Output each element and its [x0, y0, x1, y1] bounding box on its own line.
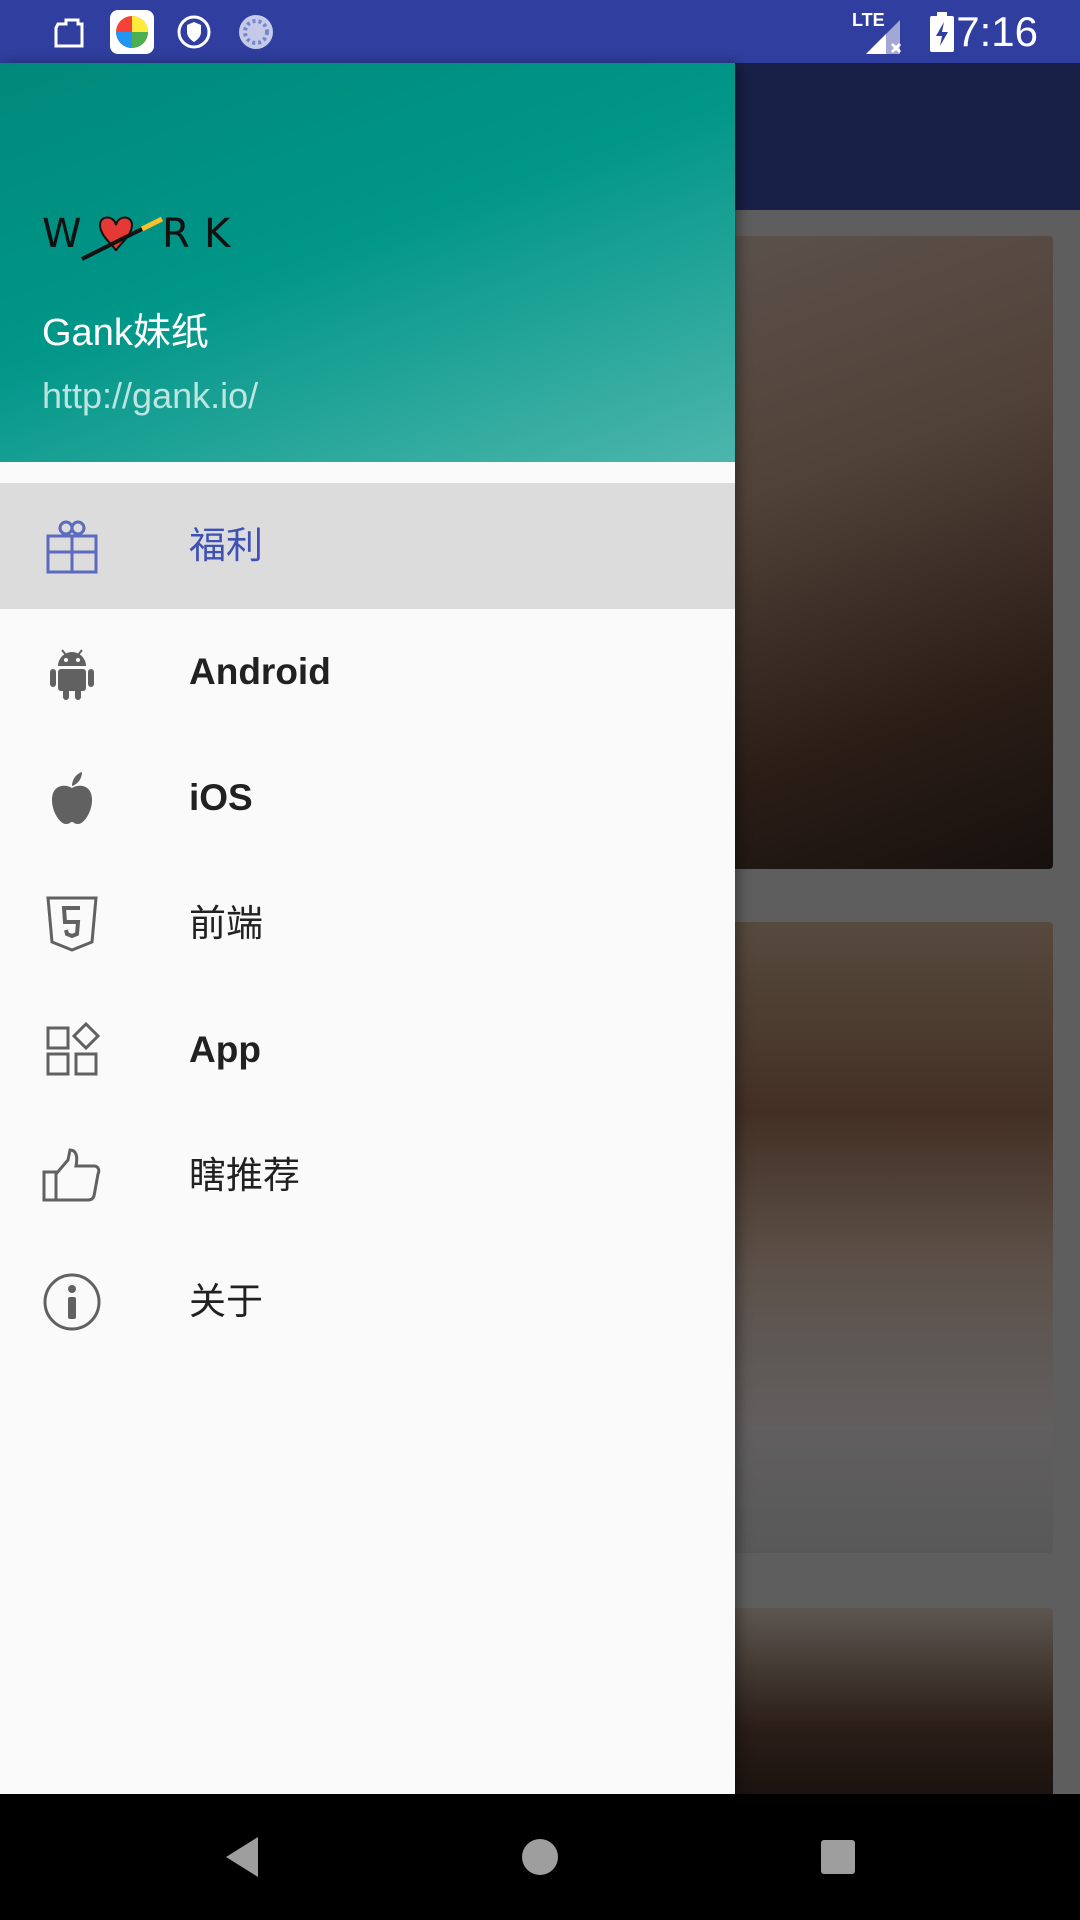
apps-grid-icon	[46, 1021, 101, 1076]
status-bar: LTE 7:16	[0, 0, 1080, 63]
html5-icon	[46, 896, 98, 952]
clipboard-icon	[54, 18, 84, 48]
navigation-drawer: W R K Gank妹纸 http://gank.io/ 福利 Android …	[0, 63, 735, 1794]
navigation-bar	[0, 1794, 1080, 1920]
thumbs-up-icon	[42, 1148, 101, 1202]
work-logo-icon: W R K	[42, 211, 232, 261]
loading-icon	[239, 15, 273, 49]
menu-label: App	[189, 1029, 261, 1070]
android-icon	[50, 649, 94, 700]
lte-signal-icon	[866, 20, 902, 54]
menu-label: iOS	[189, 777, 253, 818]
menu-label: Android	[189, 651, 331, 692]
info-icon	[43, 1273, 101, 1331]
menu-label: 福利	[189, 525, 263, 566]
apple-icon	[52, 772, 92, 824]
menu-label: 关于	[189, 1281, 263, 1322]
drawer-menu: 福利 Android iOS 前端 App 瞎推荐 关于	[0, 483, 735, 1365]
menu-item-welfare[interactable]: 福利	[0, 483, 735, 609]
menu-item-android[interactable]: Android	[0, 609, 735, 735]
menu-label: 瞎推荐	[189, 1155, 300, 1196]
menu-item-frontend[interactable]: 前端	[0, 861, 735, 987]
drawer-title: Gank妹纸	[42, 312, 209, 354]
menu-item-app[interactable]: App	[0, 987, 735, 1113]
colorful-app-icon	[110, 10, 154, 54]
back-icon[interactable]	[212, 1827, 272, 1887]
drawer-header: W R K Gank妹纸 http://gank.io/	[0, 63, 735, 462]
svg-text:W: W	[42, 211, 82, 257]
recents-icon[interactable]	[808, 1827, 868, 1887]
menu-item-ios[interactable]: iOS	[0, 735, 735, 861]
clock: 7:16	[956, 8, 1038, 55]
shield-icon	[177, 15, 211, 49]
svg-text:R: R	[162, 211, 190, 257]
menu-item-about[interactable]: 关于	[0, 1239, 735, 1365]
drawer-url[interactable]: http://gank.io/	[42, 371, 258, 421]
menu-label: 前端	[189, 903, 263, 944]
gift-icon	[46, 520, 98, 574]
svg-text:K: K	[204, 211, 232, 257]
home-icon[interactable]	[510, 1827, 570, 1887]
menu-item-recommend[interactable]: 瞎推荐	[0, 1113, 735, 1239]
